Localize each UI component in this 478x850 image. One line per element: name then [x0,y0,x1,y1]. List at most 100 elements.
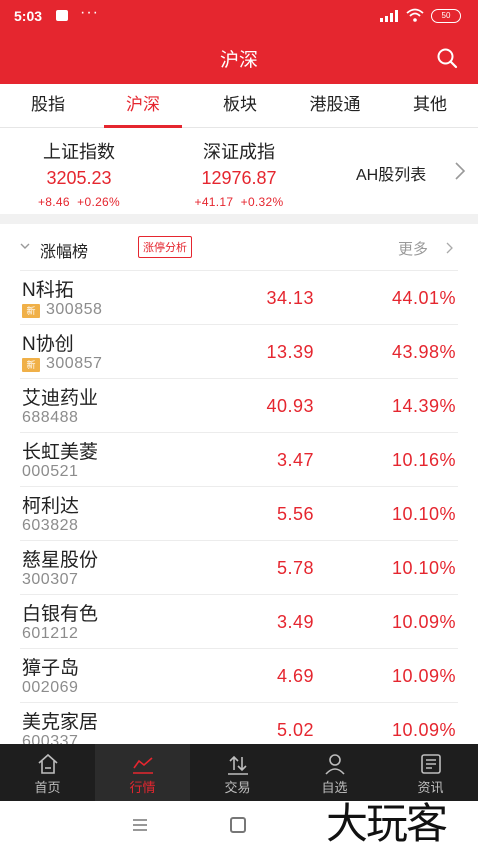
chevron-right-icon[interactable] [454,161,466,181]
stock-change-percent: 10.09% [391,666,456,686]
limit-up-analysis-button[interactable]: 涨停分析 [138,236,192,258]
stock-change-percent: 44.01% [391,288,456,308]
stock-change-percent: 10.09% [391,612,456,632]
stock-row[interactable]: 獐子岛 002069 4.69 10.09% [20,648,458,702]
stock-price: 34.13 [266,288,314,308]
stock-price: 40.93 [266,396,314,416]
new-listing-badge: 新 [22,358,40,372]
nav-market[interactable]: 行情 [95,744,190,801]
gainers-list-header: 涨幅榜 涨停分析 更多 [0,224,478,270]
stock-row[interactable]: 白银有色 601212 3.49 10.09% [20,594,458,648]
stock-code: 300307 [22,571,79,588]
tab-shanghai-shenzhen[interactable]: 沪深 [104,84,182,128]
stock-code: 002069 [22,679,79,696]
gainers-list: N科拓 新 300858 34.13 44.01% N协创 新 300857 1… [0,270,478,756]
watermark-text: 大玩客 [326,799,448,848]
stock-name: 美克家居 [22,712,99,733]
stock-row[interactable]: 艾迪药业 688488 40.93 14.39% [20,378,458,432]
menu-icon[interactable] [132,819,148,831]
nav-trade[interactable]: 交易 [190,744,285,801]
stock-change-percent: 14.39% [391,396,456,416]
index-change: +8.46 +0.26% [4,195,154,209]
stock-code: 300858 [46,301,103,318]
stock-row[interactable]: N科拓 新 300858 34.13 44.01% [20,270,458,324]
status-bar: 5:03 ··· 50 [0,0,478,34]
stock-price: 5.78 [276,558,314,578]
nav-label: 交易 [224,780,251,795]
stock-name: N协创 [22,334,74,355]
stock-change-percent: 10.16% [391,450,456,470]
index-summary: 上证指数 3205.23 +8.46 +0.26% 深证成指 12976.87 … [0,128,478,214]
chevron-down-icon[interactable] [20,241,30,251]
index-card-shanghai[interactable]: 上证指数 3205.23 +8.46 +0.26% [4,128,154,209]
stock-row[interactable]: 长虹美菱 000521 3.47 10.16% [20,432,458,486]
shopping-bag-icon [56,10,68,21]
stock-code: 000521 [22,463,79,480]
stock-name: N科拓 [22,280,74,301]
status-time: 5:03 [14,8,43,24]
more-link[interactable]: 更多 [398,238,428,259]
tab-label: 港股通 [309,95,361,114]
trade-icon [228,755,248,775]
ah-stock-list-link[interactable]: AH股列表 [356,161,426,185]
stock-change-percent: 10.10% [391,504,456,524]
tab-stock-index[interactable]: 股指 [20,84,76,128]
stock-change-percent: 10.09% [391,720,456,740]
tab-sectors[interactable]: 板块 [212,84,268,128]
stock-change-percent: 10.10% [391,558,456,578]
stock-name: 长虹美菱 [22,442,99,463]
index-change-percent: +0.32% [240,195,284,209]
stock-name: 柯利达 [22,496,80,517]
stock-price: 5.56 [276,504,314,524]
stock-name: 白银有色 [22,604,99,625]
index-card-shenzhen[interactable]: 深证成指 12976.87 +41.17 +0.32% [164,128,314,209]
search-icon[interactable] [436,47,458,69]
chevron-right-icon[interactable] [446,242,454,254]
user-icon [325,754,345,775]
signal-icon [380,10,398,22]
app-header: 5:03 ··· 50 沪深 [0,0,478,84]
index-value: 3205.23 [46,168,112,188]
index-value: 12976.87 [201,168,277,188]
index-change-percent: +0.26% [77,195,120,209]
tab-label: 沪深 [126,95,160,114]
stock-name: 艾迪药业 [22,388,99,409]
stock-row[interactable]: 慈星股份 300307 5.78 10.10% [20,540,458,594]
stock-code: 300857 [46,355,103,372]
new-listing-badge: 新 [22,304,40,318]
wifi-icon [406,8,424,22]
nav-label: 行情 [129,780,156,795]
stock-name: 獐子岛 [22,658,80,679]
index-name: 上证指数 [43,142,115,162]
stock-price: 4.69 [276,666,314,686]
stock-name: 慈星股份 [22,550,99,571]
stock-price: 3.49 [276,612,314,632]
tab-label: 股指 [31,95,65,114]
index-change-amount: +41.17 [194,195,234,209]
gainers-list-title[interactable]: 涨幅榜 [40,238,88,262]
news-icon [421,754,441,774]
nav-home[interactable]: 首页 [0,744,95,801]
stock-row[interactable]: 柯利达 603828 5.56 10.10% [20,486,458,540]
section-divider [0,214,478,224]
stock-price: 13.39 [266,342,314,362]
tab-other[interactable]: 其他 [402,84,458,128]
home-icon [38,753,58,774]
more-notifications-icon: ··· [80,4,99,21]
page-title: 沪深 [219,50,258,71]
stock-code: 601212 [22,625,79,642]
chart-icon [133,757,153,774]
tab-label: 其他 [413,95,447,114]
home-button-icon[interactable] [230,817,246,833]
nav-label: 首页 [34,780,61,795]
stock-code: 688488 [22,409,79,426]
battery-icon: 50 [431,9,461,23]
market-tabs: 股指 沪深 板块 港股通 其他 [0,84,478,128]
index-change: +41.17 +0.32% [164,195,314,209]
stock-code: 603828 [22,517,79,534]
stock-price: 5.02 [276,720,314,740]
stock-row[interactable]: N协创 新 300857 13.39 43.98% [20,324,458,378]
stock-change-percent: 43.98% [391,342,456,362]
stock-price: 3.47 [276,450,314,470]
tab-hk-connect[interactable]: 港股通 [300,84,370,128]
